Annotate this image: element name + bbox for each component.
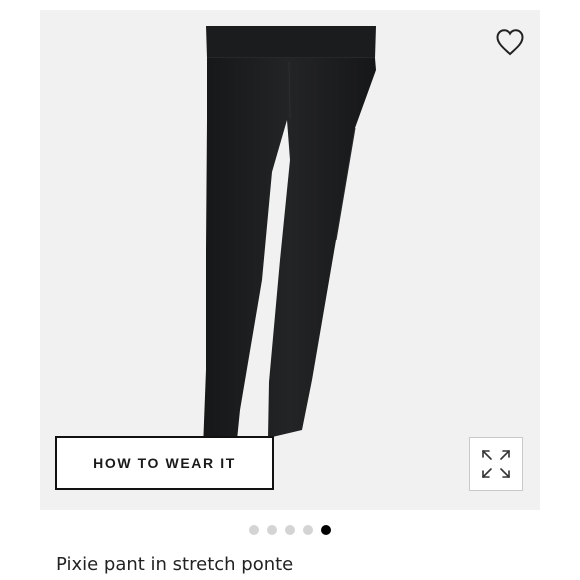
how-to-wear-button[interactable]: HOW TO WEAR IT — [55, 436, 274, 490]
wishlist-button[interactable] — [488, 22, 532, 62]
carousel-dot-3[interactable] — [285, 525, 295, 535]
carousel-dot-1[interactable] — [249, 525, 259, 535]
product-page: HOW TO WEAR IT Pixie pant in stretch pon… — [0, 0, 580, 580]
expand-image-button[interactable] — [469, 437, 523, 491]
carousel-dot-4[interactable] — [303, 525, 313, 535]
product-image — [203, 26, 376, 450]
product-title: Pixie pant in stretch ponte — [56, 554, 294, 575]
carousel-dot-2[interactable] — [267, 525, 277, 535]
product-image-gallery[interactable]: HOW TO WEAR IT — [40, 10, 540, 510]
carousel-pagination — [0, 524, 580, 536]
expand-arrows-icon — [482, 450, 510, 478]
heart-outline-icon — [496, 29, 524, 56]
carousel-dot-5-active[interactable] — [321, 525, 331, 535]
